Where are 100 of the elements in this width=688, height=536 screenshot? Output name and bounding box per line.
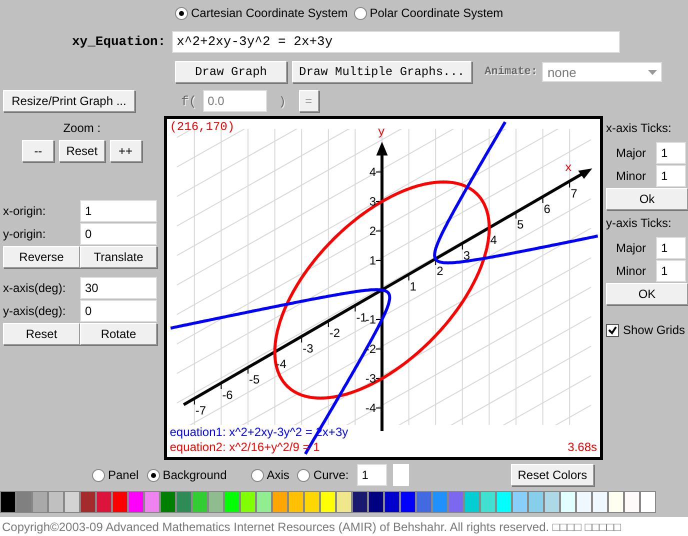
color-swatch[interactable]	[352, 491, 368, 513]
color-swatch[interactable]	[496, 491, 512, 513]
major-label: Major	[616, 146, 648, 160]
reset-colors-button[interactable]: Reset Colors	[510, 464, 594, 486]
color-swatch[interactable]	[208, 491, 224, 513]
color-swatch[interactable]	[64, 491, 80, 513]
color-swatch[interactable]	[544, 491, 560, 513]
function-open-label: f(	[181, 94, 197, 108]
color-swatch[interactable]	[336, 491, 352, 513]
color-swatch[interactable]	[80, 491, 96, 513]
radio-label: Cartesian Coordinate System	[191, 6, 348, 20]
x-tick-label: -5	[248, 372, 260, 386]
ticks-title: x-axis Ticks:	[606, 121, 672, 137]
minor-label: Minor	[616, 264, 648, 278]
action-button[interactable]: Rotate	[80, 322, 157, 344]
y-tick-label: 4	[369, 165, 376, 179]
equation-label: xy_Equation:	[72, 34, 166, 49]
y-tick-label: -4	[365, 401, 376, 415]
radio-button[interactable]	[250, 468, 264, 482]
x-tick-label: 7	[570, 186, 578, 200]
color-swatch[interactable]	[304, 491, 320, 513]
value-input[interactable]: 30	[80, 276, 157, 298]
action-button[interactable]: Reverse	[3, 246, 80, 268]
curve-number-input[interactable]: 1	[356, 464, 387, 486]
checkbox[interactable]	[606, 324, 619, 336]
color-swatch[interactable]	[160, 491, 176, 513]
value-input[interactable]: 0	[80, 300, 157, 322]
caret-icon	[648, 70, 658, 74]
color-swatch[interactable]	[368, 491, 384, 513]
color-swatch[interactable]	[464, 491, 480, 513]
ticks-title: y-axis Ticks:	[606, 216, 672, 232]
radio-label: Curve:	[313, 468, 349, 482]
x-tick-label: -6	[222, 388, 233, 402]
color-swatch[interactable]	[320, 491, 336, 513]
color-swatch[interactable]	[272, 491, 288, 513]
radio-button[interactable]	[297, 468, 310, 482]
color-swatch[interactable]	[448, 491, 464, 513]
ok-button[interactable]: OK	[606, 283, 688, 305]
y-tick-label: 1	[369, 254, 376, 268]
x-axis-label: x	[564, 161, 572, 175]
color-swatch[interactable]	[0, 491, 16, 513]
x-tick-label: 3	[463, 248, 470, 262]
render-time: 3.68s	[568, 440, 597, 454]
x-tick-label: 5	[516, 218, 524, 232]
color-swatch[interactable]	[576, 491, 592, 513]
radio-label: Background	[162, 468, 227, 482]
x-tick-label: 6	[544, 202, 550, 216]
color-swatch[interactable]	[480, 491, 496, 513]
value-input[interactable]: 0	[80, 222, 157, 244]
field-label: x-axis(deg):	[3, 280, 67, 294]
radio-button[interactable]	[146, 468, 160, 482]
color-swatch[interactable]	[192, 491, 208, 513]
draw-multiple-button[interactable]: Draw Multiple Graphs...	[292, 61, 472, 83]
x-tick-label: 1	[410, 280, 416, 294]
color-swatch[interactable]	[400, 491, 416, 513]
color-swatch[interactable]	[16, 491, 32, 513]
x-tick-label: -1	[356, 310, 367, 324]
field-label: x-origin:	[3, 204, 47, 218]
color-swatch[interactable]	[48, 491, 64, 513]
color-swatch[interactable]	[256, 491, 272, 513]
y-tick-label: -1	[365, 312, 376, 326]
color-swatch[interactable]	[144, 491, 160, 513]
color-swatch[interactable]	[592, 491, 608, 513]
minor-input[interactable]: 1	[656, 260, 686, 282]
radio-button[interactable]	[175, 6, 188, 20]
major-input[interactable]: 1	[656, 142, 686, 164]
major-input[interactable]: 1	[656, 236, 686, 258]
color-swatch[interactable]	[416, 491, 432, 513]
zoom-button[interactable]: --	[22, 140, 54, 162]
equation-input[interactable]: x^2+2xy-3y^2 = 2x+3y	[172, 30, 620, 52]
minor-input[interactable]: 1	[656, 164, 686, 186]
color-swatch[interactable]	[96, 491, 112, 513]
color-swatch[interactable]	[224, 491, 240, 513]
radio-button[interactable]	[354, 6, 367, 20]
color-swatch[interactable]	[528, 491, 544, 513]
radio-label: Axis	[266, 468, 290, 482]
color-swatch[interactable]	[432, 491, 448, 513]
color-swatch[interactable]	[112, 491, 128, 513]
color-swatch[interactable]	[640, 491, 656, 513]
zoom-button[interactable]: Reset	[59, 140, 105, 162]
color-swatch[interactable]	[624, 491, 640, 513]
color-swatch[interactable]	[560, 491, 576, 513]
function-close-label: )	[280, 94, 285, 108]
radio-button[interactable]	[92, 468, 105, 482]
ok-button[interactable]: Ok	[606, 188, 688, 210]
value-input[interactable]: 1	[80, 200, 157, 222]
color-swatch[interactable]	[384, 491, 400, 513]
color-swatch[interactable]	[32, 491, 48, 513]
color-swatch[interactable]	[608, 491, 624, 513]
color-swatch[interactable]	[240, 491, 256, 513]
action-button[interactable]: Reset	[3, 322, 80, 344]
draw-graph-button[interactable]: Draw Graph	[175, 61, 287, 83]
color-swatch[interactable]	[512, 491, 528, 513]
color-swatch[interactable]	[288, 491, 304, 513]
zoom-button[interactable]: ++	[110, 140, 142, 162]
cursor-coordinates: (216,170)	[170, 120, 235, 134]
color-swatch[interactable]	[128, 491, 144, 513]
action-button[interactable]: Translate	[80, 246, 157, 268]
copyright-text: Copyrigh©2003-09 Advanced Mathematics Internet Resources (AMIR) of Behshahr. All rights reserved. □□□□ □□□□□	[2, 520, 622, 534]
color-swatch[interactable]	[176, 491, 192, 513]
